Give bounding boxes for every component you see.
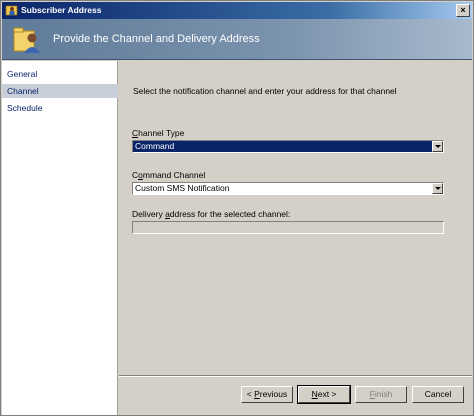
- next-button[interactable]: Next >: [297, 385, 351, 404]
- button-text: Cancel: [424, 389, 452, 399]
- window-title: Subscriber Address: [21, 5, 102, 15]
- header-banner: Provide the Channel and Delivery Address: [2, 19, 472, 60]
- chevron-down-icon[interactable]: [432, 183, 443, 194]
- title-bar[interactable]: Subscriber Address ×: [2, 2, 472, 19]
- button-text: ext: [317, 389, 330, 399]
- page-title: Provide the Channel and Delivery Address: [53, 33, 260, 45]
- delivery-address-field[interactable]: [132, 221, 444, 234]
- channel-type-label: Channel Type: [132, 128, 184, 139]
- previous-button[interactable]: < Previous: [241, 386, 293, 403]
- channel-type-value: Command: [135, 141, 175, 151]
- sidebar-item-schedule[interactable]: Schedule: [2, 101, 118, 115]
- sidebar-item-label: Channel: [7, 86, 39, 96]
- button-text: revious: [259, 389, 288, 399]
- command-channel-label: Command Channel: [132, 170, 205, 181]
- footer-divider: [119, 375, 472, 377]
- cancel-button[interactable]: Cancel: [412, 386, 464, 403]
- close-button[interactable]: ×: [456, 4, 470, 17]
- button-text: inish: [374, 389, 393, 399]
- label-text: ddress for the selected channel:: [169, 209, 291, 219]
- delivery-address-label: Delivery address for the selected channe…: [132, 209, 290, 220]
- button-text: >: [329, 389, 337, 399]
- sidebar-item-general[interactable]: General: [2, 67, 118, 81]
- chevron-down-icon[interactable]: [432, 141, 443, 152]
- close-icon: ×: [460, 5, 466, 15]
- finish-button[interactable]: Finish: [355, 386, 407, 403]
- sidebar-item-label: General: [7, 69, 38, 79]
- app-icon: [5, 5, 18, 16]
- label-text: hannel Type: [138, 128, 185, 138]
- user-folder-icon: [13, 27, 40, 53]
- label-text: mmand Channel: [142, 170, 206, 180]
- instruction-text: Select the notification channel and ente…: [133, 86, 397, 96]
- command-channel-value: Custom SMS Notification: [135, 183, 230, 193]
- channel-page: Select the notification channel and ente…: [119, 61, 472, 415]
- sidebar-item-channel[interactable]: Channel: [2, 84, 118, 98]
- sidebar-item-label: Schedule: [7, 103, 43, 113]
- subscriber-address-dialog: Subscriber Address × Provide the Channel…: [0, 0, 474, 416]
- command-channel-select[interactable]: Custom SMS Notification: [132, 182, 444, 195]
- navigation-sidebar: General Channel Schedule: [2, 61, 118, 415]
- label-text: Delivery: [132, 209, 166, 219]
- channel-type-select[interactable]: Command: [132, 140, 444, 153]
